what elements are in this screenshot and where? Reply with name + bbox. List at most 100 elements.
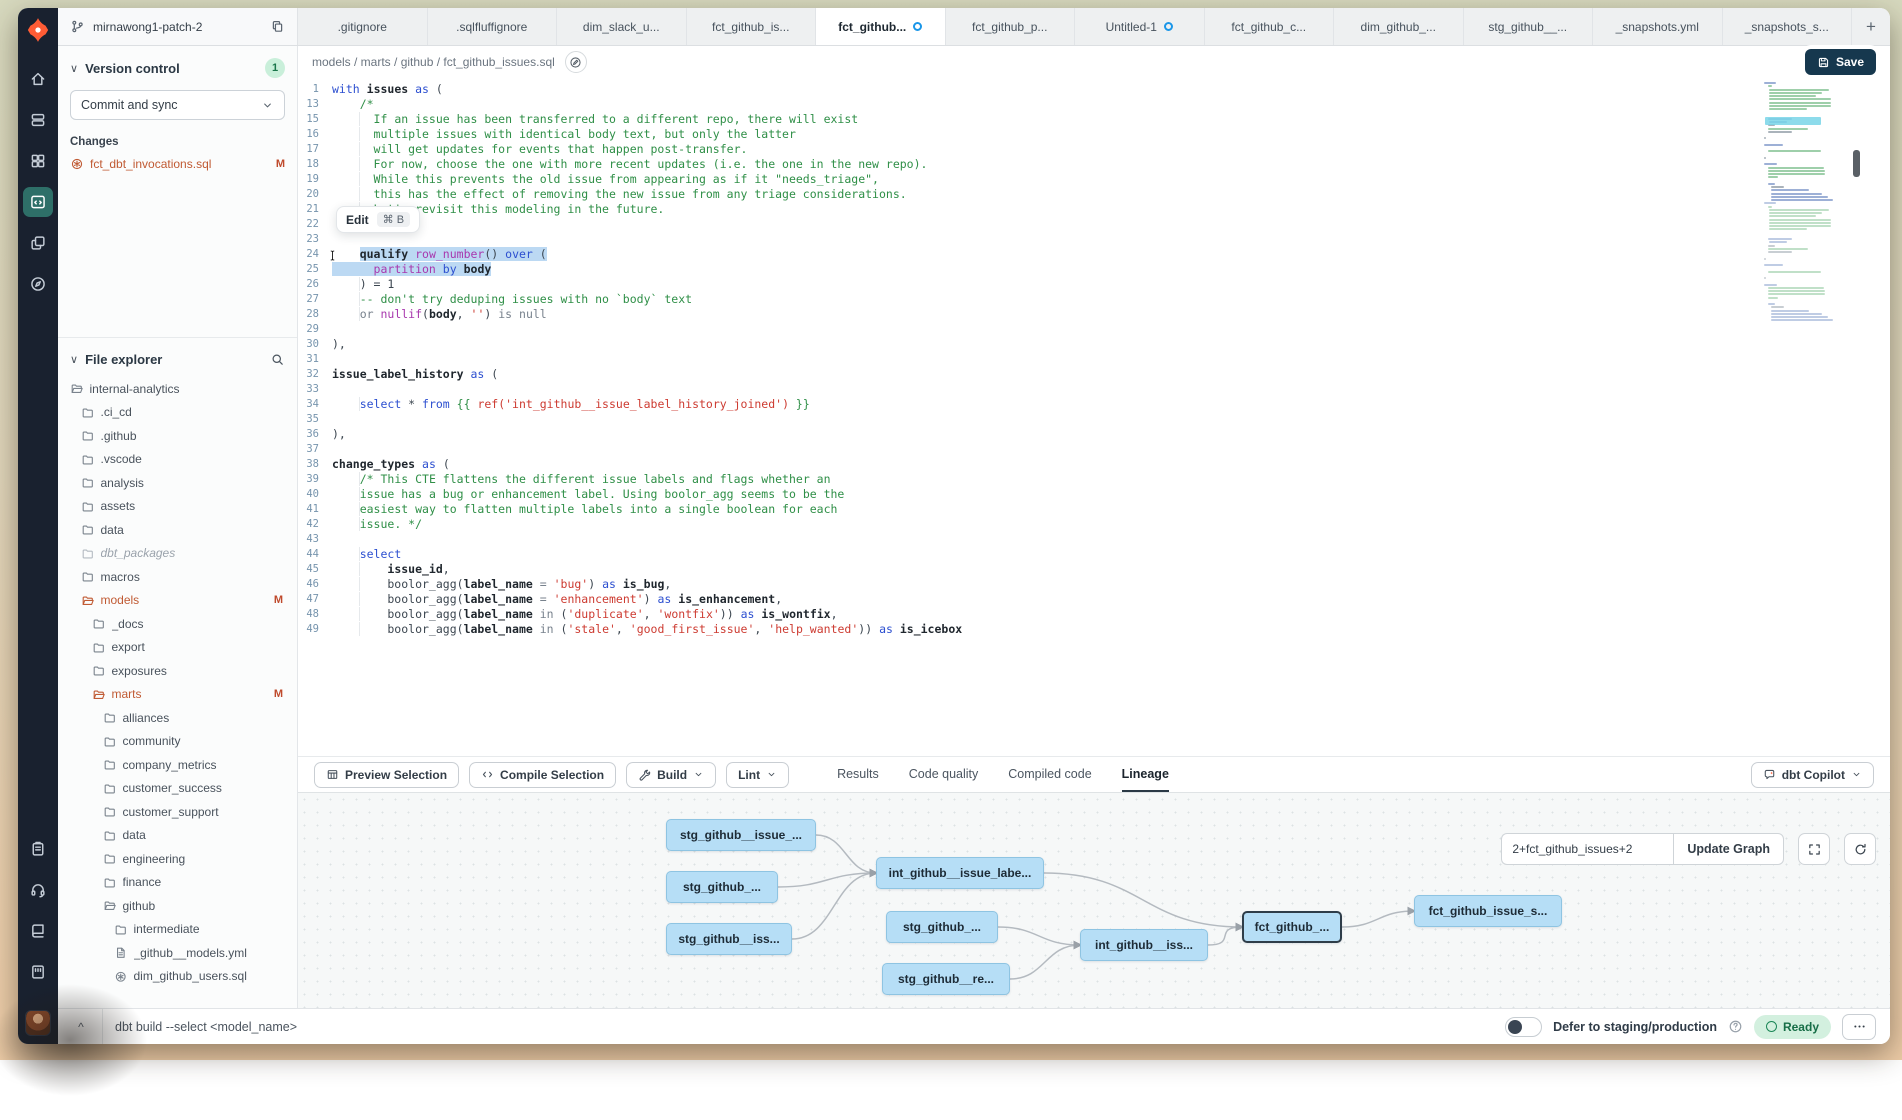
code-line[interactable]: 49 boolor_agg(label_name in ('stale', 'g… xyxy=(298,621,1890,636)
file-tab[interactable]: fct_github_is... xyxy=(687,8,817,45)
update-graph-button[interactable]: Update Graph xyxy=(1673,833,1784,865)
tab-code-quality[interactable]: Code quality xyxy=(909,757,979,792)
lineage-selector-input[interactable] xyxy=(1501,833,1673,865)
search-icon[interactable] xyxy=(270,352,285,367)
tree-item-company_metrics[interactable]: company_metrics xyxy=(58,753,297,777)
fullscreen-button[interactable] xyxy=(1798,833,1830,865)
code-line[interactable]: 20 this has the effect of removing the n… xyxy=(298,186,1890,201)
preview-selection-button[interactable]: Preview Selection xyxy=(314,762,459,788)
code-line[interactable]: 41 easiest way to flatten multiple label… xyxy=(298,501,1890,516)
code-line[interactable]: 33 xyxy=(298,381,1890,396)
code-line[interactable]: 23 xyxy=(298,231,1890,246)
code-line[interactable]: 40 issue has a bug or enhancement label.… xyxy=(298,486,1890,501)
compile-selection-button[interactable]: Compile Selection xyxy=(469,762,616,788)
changed-file-row[interactable]: fct_dbt_invocations.sqlM xyxy=(70,157,285,171)
rail-item-headset[interactable] xyxy=(23,875,53,905)
tab-lineage[interactable]: Lineage xyxy=(1122,757,1169,792)
code-line[interactable]: 32issue_label_history as ( xyxy=(298,366,1890,381)
tree-item-exposures[interactable]: exposures xyxy=(58,659,297,683)
user-avatar[interactable] xyxy=(25,1010,51,1036)
code-line[interactable]: 45 issue_id, xyxy=(298,561,1890,576)
code-line[interactable]: 24 qualify row_number() over ( xyxy=(298,246,1890,261)
tree-item-marts[interactable]: martsM xyxy=(58,683,297,707)
command-input[interactable]: dbt build --select <model_name> xyxy=(115,1020,297,1034)
file-tab[interactable]: dim_github_... xyxy=(1334,8,1464,45)
chevron-down-icon[interactable]: ∨ xyxy=(70,62,78,75)
code-line[interactable]: 43 xyxy=(298,531,1890,546)
tree-item-internal-analytics[interactable]: internal-analytics xyxy=(58,377,297,401)
file-tab[interactable]: fct_github_c... xyxy=(1205,8,1335,45)
code-line[interactable]: 16 multiple issues with identical body t… xyxy=(298,126,1890,141)
help-icon[interactable] xyxy=(1728,1019,1743,1034)
tab-results[interactable]: Results xyxy=(837,757,879,792)
rail-item-grid[interactable] xyxy=(23,146,53,176)
code-line[interactable]: 36), xyxy=(298,426,1890,441)
chevron-down-icon[interactable]: ∨ xyxy=(70,353,78,366)
minimap[interactable] xyxy=(1764,82,1830,324)
rail-item-archive[interactable] xyxy=(23,105,53,135)
tree-item-alliances[interactable]: alliances xyxy=(58,706,297,730)
code-line[interactable]: 26 ) = 1 xyxy=(298,276,1890,291)
tree-item-.github[interactable]: .github xyxy=(58,424,297,448)
code-line[interactable]: 19 While this prevents the old issue fro… xyxy=(298,171,1890,186)
file-tab[interactable]: _snapshots.yml xyxy=(1593,8,1723,45)
code-line[interactable]: 17 will get updates for events that happ… xyxy=(298,141,1890,156)
file-tab[interactable]: dim_slack_u... xyxy=(557,8,687,45)
tree-item-github[interactable]: github xyxy=(58,894,297,918)
editor-scrollbar[interactable] xyxy=(1853,150,1860,177)
dbt-copilot-button[interactable]: dbt Copilot xyxy=(1751,762,1874,788)
code-line[interactable]: 29 xyxy=(298,321,1890,336)
lineage-node[interactable]: stg_github__issue_... xyxy=(666,819,816,851)
lineage-node[interactable]: fct_github_... xyxy=(1242,911,1342,943)
more-options-button[interactable] xyxy=(1842,1014,1876,1040)
tree-item-models[interactable]: modelsM xyxy=(58,589,297,613)
tree-item-finance[interactable]: finance xyxy=(58,871,297,895)
rail-item-kiosk[interactable] xyxy=(23,957,53,987)
code-editor[interactable]: 1with issues as (13 /*15 If an issue has… xyxy=(298,78,1890,756)
save-button[interactable]: Save xyxy=(1805,49,1876,75)
code-line[interactable]: 18 For now, choose the one with more rec… xyxy=(298,156,1890,171)
lineage-node[interactable]: int_github__issue_labe... xyxy=(876,857,1044,889)
file-tab[interactable]: fct_github... xyxy=(816,8,946,45)
tree-item-_docs[interactable]: _docs xyxy=(58,612,297,636)
lineage-node[interactable]: stg_github_... xyxy=(886,911,998,943)
code-line[interactable]: 48 boolor_agg(label_name in ('duplicate'… xyxy=(298,606,1890,621)
file-tab[interactable]: .sqlfluffignore xyxy=(428,8,558,45)
copy-branch-icon[interactable] xyxy=(270,19,285,34)
tree-item-analysis[interactable]: analysis xyxy=(58,471,297,495)
tree-item-assets[interactable]: assets xyxy=(58,495,297,519)
rail-item-book[interactable] xyxy=(23,916,53,946)
tree-item-customer_success[interactable]: customer_success xyxy=(58,777,297,801)
new-tab-button[interactable]: + xyxy=(1852,8,1890,45)
code-line[interactable]: 28 or nullif(body, '') is null xyxy=(298,306,1890,321)
rail-item-code-editor[interactable] xyxy=(23,187,53,217)
edit-tooltip-label[interactable]: Edit xyxy=(346,213,369,227)
rail-item-clipboard[interactable] xyxy=(23,834,53,864)
tree-item-dbt_packages[interactable]: dbt_packages xyxy=(58,542,297,566)
code-line[interactable]: 1with issues as ( xyxy=(298,81,1890,96)
lineage-node[interactable]: fct_github_issue_s... xyxy=(1414,895,1562,927)
tree-item-community[interactable]: community xyxy=(58,730,297,754)
code-line[interactable]: 13 /* xyxy=(298,96,1890,111)
tree-item-data[interactable]: data xyxy=(58,518,297,542)
refresh-graph-button[interactable] xyxy=(1844,833,1876,865)
lineage-node[interactable]: int_github__iss... xyxy=(1080,929,1208,961)
file-tab[interactable]: Untitled-1 xyxy=(1075,8,1205,45)
code-line[interactable]: 35 xyxy=(298,411,1890,426)
tree-item-dim_github_users.sql[interactable]: dim_github_users.sql xyxy=(58,965,297,989)
tree-item-_github__models.yml[interactable]: _github__models.yml xyxy=(58,941,297,965)
tree-item-engineering[interactable]: engineering xyxy=(58,847,297,871)
code-line[interactable]: 37 xyxy=(298,441,1890,456)
code-line[interactable]: 27 -- don't try deduping issues with no … xyxy=(298,291,1890,306)
build-button[interactable]: Build xyxy=(626,762,716,788)
code-line[interactable]: 34 select * from {{ ref('int_github__iss… xyxy=(298,396,1890,411)
lineage-node[interactable]: stg_github__re... xyxy=(882,963,1010,995)
code-line[interactable]: 31 xyxy=(298,351,1890,366)
code-line[interactable]: 22 xyxy=(298,216,1890,231)
defer-toggle[interactable] xyxy=(1505,1017,1542,1037)
code-line[interactable]: 46 boolor_agg(label_name = 'bug') as is_… xyxy=(298,576,1890,591)
edit-docs-icon[interactable] xyxy=(565,51,587,73)
tree-item-export[interactable]: export xyxy=(58,636,297,660)
code-line[interactable]: 21 Let's revisit this modeling in the fu… xyxy=(298,201,1890,216)
code-line[interactable]: 42 issue. */ xyxy=(298,516,1890,531)
